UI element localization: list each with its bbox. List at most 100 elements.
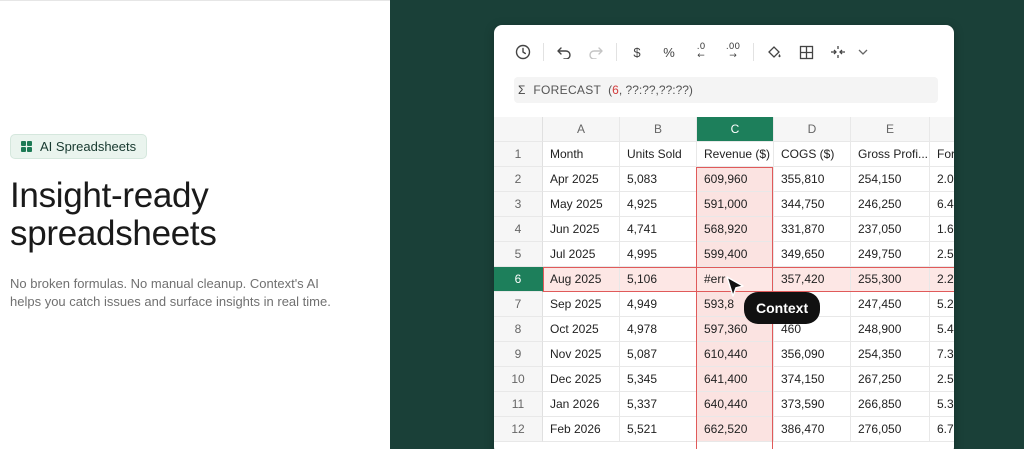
cell-f[interactable]: 2.0% (930, 167, 954, 192)
row-header[interactable]: 11 (494, 392, 543, 417)
formula-arg1: 6 (612, 83, 619, 97)
cell-a[interactable]: Month (543, 142, 620, 167)
column-header-d[interactable]: D (774, 117, 851, 142)
history-icon[interactable] (507, 37, 539, 67)
cell-c[interactable]: 641,400 (697, 367, 774, 392)
cell-d[interactable]: 331,870 (774, 217, 851, 242)
row-header[interactable]: 9 (494, 342, 543, 367)
row-header[interactable]: 8 (494, 317, 543, 342)
cell-c[interactable]: 640,440 (697, 392, 774, 417)
cell-c[interactable]: 610,440 (697, 342, 774, 367)
cell-c[interactable]: 568,920 (697, 217, 774, 242)
cell-f[interactable]: 6.7% (930, 417, 954, 442)
cell-a[interactable]: Apr 2025 (543, 167, 620, 192)
borders-icon[interactable] (790, 37, 822, 67)
cell-b[interactable]: 4,949 (620, 292, 697, 317)
row-header[interactable]: 2 (494, 167, 543, 192)
column-header-b[interactable]: B (620, 117, 697, 142)
cell-c[interactable]: 599,400 (697, 242, 774, 267)
cell-c[interactable]: Revenue ($) (697, 142, 774, 167)
cell-d[interactable]: COGS ($) (774, 142, 851, 167)
cell-d[interactable]: 355,810 (774, 167, 851, 192)
cell-e[interactable]: 267,250 (851, 367, 930, 392)
cell-f[interactable]: Fore (930, 142, 954, 167)
cell-a[interactable]: Aug 2025 (543, 267, 620, 292)
percent-icon[interactable]: % (653, 37, 685, 67)
cell-a[interactable]: May 2025 (543, 192, 620, 217)
cell-a[interactable]: Jan 2026 (543, 392, 620, 417)
cell-e[interactable]: 254,150 (851, 167, 930, 192)
cell-f[interactable]: 5.3% (930, 392, 954, 417)
row-header[interactable]: 4 (494, 217, 543, 242)
cell-f[interactable]: 5.4% (930, 317, 954, 342)
cell-b[interactable]: 5,337 (620, 392, 697, 417)
row-header[interactable]: 3 (494, 192, 543, 217)
column-header-f[interactable] (930, 117, 954, 142)
cell-a[interactable]: Jul 2025 (543, 242, 620, 267)
cell-c[interactable]: 662,520 (697, 417, 774, 442)
cell-e[interactable]: 248,900 (851, 317, 930, 342)
cell-e[interactable]: 247,450 (851, 292, 930, 317)
cell-d[interactable]: 356,090 (774, 342, 851, 367)
cell-c[interactable]: 591,000 (697, 192, 774, 217)
cell-b[interactable]: 4,978 (620, 317, 697, 342)
cell-c[interactable]: 609,960 (697, 167, 774, 192)
row-header[interactable]: 10 (494, 367, 543, 392)
redo-icon[interactable] (580, 37, 612, 67)
cell-a[interactable]: Dec 2025 (543, 367, 620, 392)
increase-decimal-icon[interactable]: .00 → (717, 37, 749, 67)
cell-e[interactable]: 266,850 (851, 392, 930, 417)
cell-d[interactable]: 373,590 (774, 392, 851, 417)
cell-d[interactable]: 374,150 (774, 367, 851, 392)
cell-e[interactable]: 246,250 (851, 192, 930, 217)
cell-f[interactable]: 2.2% (930, 267, 954, 292)
cell-b[interactable]: 5,087 (620, 342, 697, 367)
cell-d[interactable]: 386,470 (774, 417, 851, 442)
cell-b[interactable]: 5,345 (620, 367, 697, 392)
cell-f[interactable]: 2.5% (930, 242, 954, 267)
cell-a[interactable]: Sep 2025 (543, 292, 620, 317)
row-header[interactable]: 7 (494, 292, 543, 317)
cell-d[interactable]: 344,750 (774, 192, 851, 217)
chevron-down-icon[interactable] (854, 37, 872, 67)
merge-icon[interactable] (822, 37, 854, 67)
row-header[interactable]: 12 (494, 417, 543, 442)
cell-b[interactable]: 5,521 (620, 417, 697, 442)
cell-e[interactable]: 254,350 (851, 342, 930, 367)
cell-b[interactable]: 4,741 (620, 217, 697, 242)
row-header[interactable]: 1 (494, 142, 543, 167)
cell-e[interactable]: Gross Profi... (851, 142, 930, 167)
cell-a[interactable]: Oct 2025 (543, 317, 620, 342)
formula-bar[interactable]: Σ FORECAST (6, ??:??,??:??) (514, 77, 938, 103)
decrease-decimal-icon[interactable]: .0 ← (685, 37, 717, 67)
cell-d[interactable]: 349,650 (774, 242, 851, 267)
row-header[interactable]: 6 (494, 267, 543, 292)
cell-f[interactable]: 5.2% (930, 292, 954, 317)
cell-b[interactable]: 4,995 (620, 242, 697, 267)
cell-f[interactable]: 2.5% (930, 367, 954, 392)
undo-icon[interactable] (548, 37, 580, 67)
cell-b[interactable]: 4,925 (620, 192, 697, 217)
row-header[interactable]: 5 (494, 242, 543, 267)
column-header-a[interactable]: A (543, 117, 620, 142)
fill-color-icon[interactable] (758, 37, 790, 67)
cell-a[interactable]: Jun 2025 (543, 217, 620, 242)
cell-a[interactable]: Nov 2025 (543, 342, 620, 367)
cell-e[interactable]: 276,050 (851, 417, 930, 442)
cell-f[interactable]: 1.6% (930, 217, 954, 242)
cell-d[interactable]: 357,420 (774, 267, 851, 292)
table-row: 8Oct 20254,978597,360460248,9005.4% (494, 317, 954, 342)
cell-f[interactable]: 7.3% (930, 342, 954, 367)
cell-e[interactable]: 237,050 (851, 217, 930, 242)
column-header-e[interactable]: E (851, 117, 930, 142)
cell-a[interactable]: Feb 2026 (543, 417, 620, 442)
cell-e[interactable]: 255,300 (851, 267, 930, 292)
cell-b[interactable]: 5,106 (620, 267, 697, 292)
cell-b[interactable]: 5,083 (620, 167, 697, 192)
cell-b[interactable]: Units Sold (620, 142, 697, 167)
currency-icon[interactable]: $ (621, 37, 653, 67)
cell-e[interactable]: 249,750 (851, 242, 930, 267)
corner-cell[interactable] (494, 117, 543, 142)
cell-f[interactable]: 6.4% (930, 192, 954, 217)
column-header-c[interactable]: C (697, 117, 774, 142)
